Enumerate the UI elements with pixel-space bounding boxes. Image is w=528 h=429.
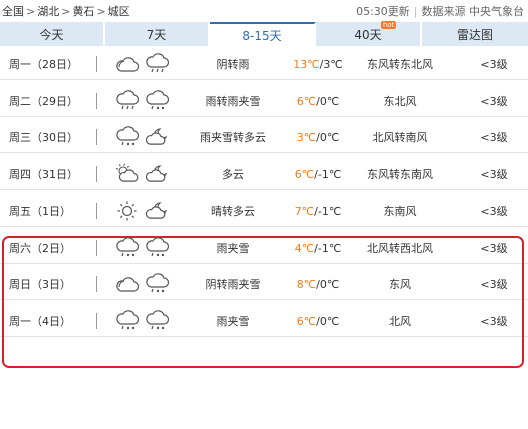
sleet-icon <box>144 86 170 116</box>
tab-label: 7天 <box>146 27 167 42</box>
day-label: 周二（29日） <box>9 95 78 108</box>
temperature: 13℃/3℃ <box>293 57 343 71</box>
tab-label: 8-15天 <box>242 28 282 43</box>
breadcrumb-separator: > <box>26 5 36 18</box>
sleet-icon <box>114 122 140 152</box>
column-separator <box>96 203 97 219</box>
day-label: 周一（28日） <box>9 58 78 71</box>
day-label: 周五（1日） <box>9 205 71 218</box>
temperature: 7℃ / -1℃ <box>294 204 342 218</box>
breadcrumb-item-province[interactable]: 湖北 <box>37 5 59 18</box>
temp-low: 3℃ <box>323 57 343 71</box>
weather-desc: 阴转雨 <box>216 58 250 71</box>
wind-direction: 北风转南风 <box>372 131 428 144</box>
wind-level: <3级 <box>480 131 508 144</box>
top-bar: 全国 > 湖北 > 黄石 > 城区 05:30更新 | 数据来源 中央气象台 <box>0 0 528 22</box>
wind-level: <3级 <box>480 205 508 218</box>
data-source: 数据来源 中央气象台 <box>421 5 525 18</box>
temp-high: 3℃ <box>296 130 317 144</box>
sun-icon <box>114 196 140 226</box>
weather-desc: 雨转雨夹雪 <box>205 95 261 108</box>
temp-low: 0℃ <box>319 94 340 108</box>
breadcrumb-item-country[interactable]: 全国 <box>2 5 24 18</box>
temp-high: 13℃ <box>293 57 320 71</box>
tab-today[interactable]: 今天 <box>0 22 105 46</box>
temperature: 6℃ / -1℃ <box>294 167 342 181</box>
tab-40-days[interactable]: 40天 hot <box>316 21 422 46</box>
temp-low: 0℃ <box>319 130 340 144</box>
weather-desc: 晴转多云 <box>211 205 255 218</box>
tab-label: 40天 <box>354 27 382 42</box>
tab-7-days[interactable]: 7天 <box>105 22 210 46</box>
update-time: 05:30更新 <box>356 5 410 18</box>
temp-high: 6℃ <box>296 94 317 108</box>
forecast-row: 周二（29日） 雨转雨夹雪 6℃/0℃ 东北风 <3级 <box>0 86 528 116</box>
divider: | <box>413 5 418 18</box>
temp-high: 7℃ <box>294 204 315 218</box>
partly-cloudy-night-icon <box>144 122 170 152</box>
partly-cloudy-night-icon <box>144 196 170 226</box>
temp-low: -1℃ <box>317 204 342 218</box>
rain-icon <box>114 86 140 116</box>
tab-radar[interactable]: 雷达图 <box>422 22 528 46</box>
day-label: 周三（30日） <box>9 131 78 144</box>
update-info: 05:30更新 | 数据来源 中央气象台 <box>356 3 524 19</box>
temp-high: 6℃ <box>294 167 315 181</box>
breadcrumb-item-district: 城区 <box>107 5 130 18</box>
column-separator <box>96 166 97 182</box>
row-divider <box>0 152 528 153</box>
breadcrumb-separator: > <box>96 5 106 18</box>
wind-direction: 东风转东南风 <box>367 168 433 181</box>
temperature: 3℃/0℃ <box>296 130 340 144</box>
column-separator <box>96 93 97 109</box>
breadcrumb-separator: > <box>61 5 71 18</box>
forecast-row: 周四（31日） 多云 6℃ / -1℃ 东风转东南风 <3级 <box>0 159 528 189</box>
row-divider <box>0 116 528 117</box>
breadcrumb-item-city[interactable]: 黄石 <box>72 5 94 18</box>
column-separator <box>96 129 97 145</box>
wind-level: <3级 <box>480 58 508 71</box>
wind-level: <3级 <box>480 95 508 108</box>
cloudy-icon <box>114 49 140 79</box>
row-divider <box>0 226 528 227</box>
weather-desc: 雨夹雪转多云 <box>200 131 266 144</box>
wind-direction: 东风转东北风 <box>367 58 433 71</box>
forecast-row: 周三（30日） 雨夹雪转多云 3℃/0℃ 北风转南风 <3级 <box>0 122 528 152</box>
forecast-tabs: 今天 7天 8-15天 40天 hot 雷达图 <box>0 21 528 46</box>
wind-level: <3级 <box>480 168 508 181</box>
rain-icon <box>144 49 170 79</box>
weather-desc: 多云 <box>222 168 244 181</box>
tab-label: 雷达图 <box>456 27 493 42</box>
row-divider <box>0 79 528 80</box>
tab-8-15-days[interactable]: 8-15天 <box>210 22 316 46</box>
column-separator <box>96 56 97 72</box>
breadcrumb: 全国 > 湖北 > 黄石 > 城区 <box>2 3 130 19</box>
partly-cloudy-night-icon <box>144 159 170 189</box>
forecast-row: 周五（1日） 晴转多云 7℃ / -1℃ 东南风 <3级 <box>0 196 528 226</box>
partly-cloudy-icon <box>114 159 140 189</box>
tab-label: 今天 <box>39 27 64 42</box>
wind-direction: 东北风 <box>383 95 417 108</box>
row-divider <box>0 189 528 190</box>
temperature: 6℃/0℃ <box>296 94 340 108</box>
day-label: 周四（31日） <box>9 168 78 181</box>
wind-direction: 东南风 <box>383 205 417 218</box>
temp-low: -1℃ <box>317 167 342 181</box>
highlight-box <box>2 236 524 368</box>
hot-badge: hot <box>381 21 397 29</box>
forecast-row: 周一（28日） 阴转雨 13℃/3℃ 东风转东北风 <3级 <box>0 49 528 79</box>
